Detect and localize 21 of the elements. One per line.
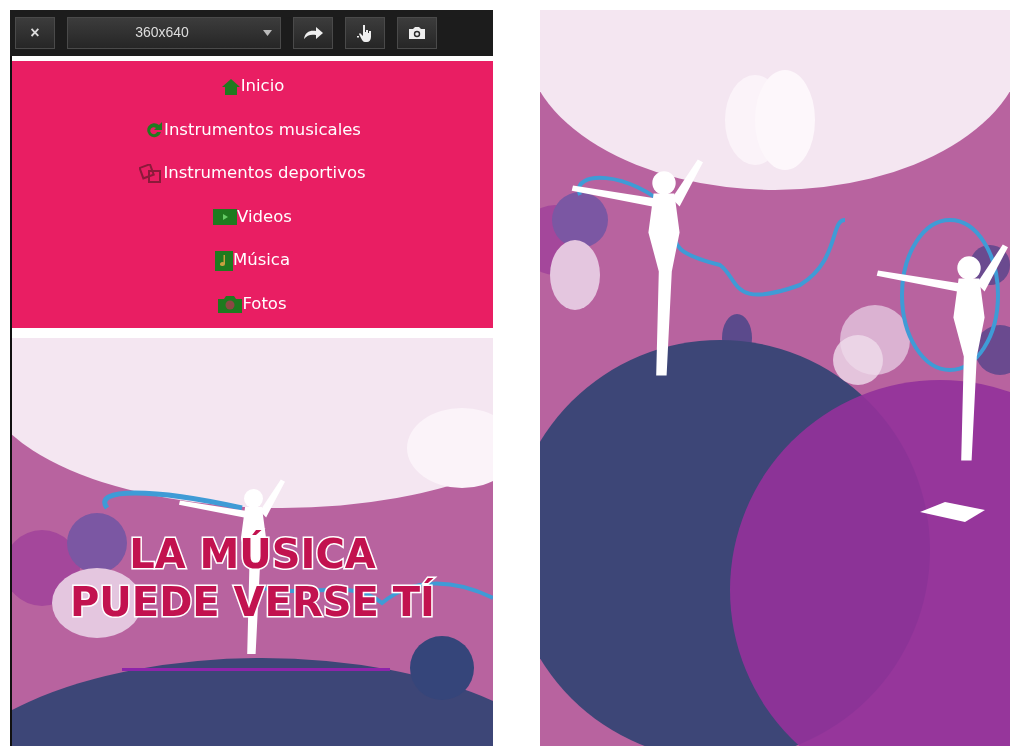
touch-button[interactable] — [345, 16, 385, 49]
circular-arrow-icon — [144, 121, 164, 139]
caret-icon — [263, 29, 272, 36]
pointing-hand-icon — [357, 23, 373, 42]
screenshot-button[interactable] — [397, 16, 437, 49]
menu-link[interactable]: Instrumentos deportivos — [12, 151, 493, 196]
menu-link[interactable]: Inicio — [12, 64, 493, 109]
camera-icon — [218, 295, 243, 313]
menu-link[interactable]: Instrumentos musicales — [12, 108, 493, 152]
house-icon — [220, 77, 241, 96]
two-squares-icon — [139, 163, 164, 184]
camera-icon — [408, 25, 426, 40]
play-screen-icon — [213, 209, 238, 225]
menu-link[interactable]: Fotos — [12, 282, 493, 326]
music-note-icon — [214, 250, 233, 271]
rotate-button[interactable] — [293, 16, 333, 49]
menu-link[interactable]: Música — [12, 238, 493, 283]
resolution-dropdown[interactable]: 360x640 — [67, 16, 281, 49]
menu-link[interactable]: Videos — [12, 195, 493, 239]
curved-arrow-icon — [302, 25, 324, 40]
close-button[interactable]: × — [15, 16, 55, 49]
